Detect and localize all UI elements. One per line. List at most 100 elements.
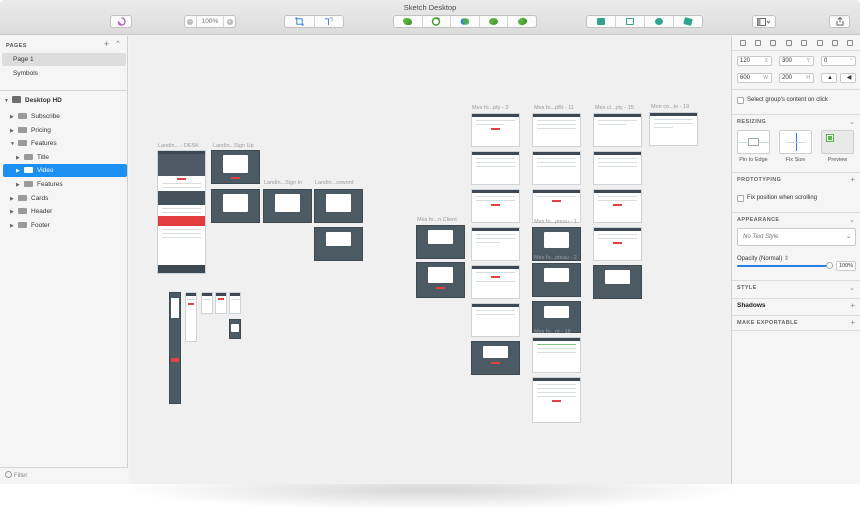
distribute-icon[interactable] [831, 40, 838, 46]
artboard-cl-15b[interactable] [593, 151, 642, 185]
opacity-label[interactable]: Opacity (Normal) ⇕ [737, 255, 789, 262]
artboard-mobile-5[interactable] [229, 292, 241, 314]
layer-video[interactable]: ▶ Video [3, 164, 127, 177]
artboard-empty-3[interactable] [471, 113, 520, 147]
opacity-slider[interactable] [737, 265, 830, 267]
artboard-compte-19[interactable] [649, 112, 698, 146]
artboard-sign-in[interactable] [263, 189, 312, 223]
artboard-label[interactable]: Landin...ssword [315, 180, 354, 186]
height-field[interactable]: 200 H [779, 73, 814, 83]
forward-button[interactable] [587, 16, 616, 27]
artboard-label[interactable]: Landin...Sign Up [213, 143, 254, 149]
zoom-out-button[interactable]: − [185, 16, 197, 27]
align-top-icon[interactable] [785, 40, 792, 46]
layer-title[interactable]: ▶ Title [16, 151, 49, 164]
artboard-pbt-11[interactable] [532, 113, 581, 147]
canvas[interactable]: Landin... - DESK Landin...Sign Up Landin… [129, 36, 730, 484]
mask-button[interactable] [645, 16, 674, 27]
artboard-pbt-11h[interactable] [532, 377, 581, 423]
artboard-label[interactable]: Landin...Sign In [264, 180, 302, 186]
distribute-vertical-icon[interactable] [847, 40, 854, 46]
artboard-client-2[interactable] [416, 262, 465, 298]
add-page-icon[interactable]: + [104, 39, 109, 49]
artboard-cl-15e[interactable] [593, 265, 642, 299]
pin-to-edge-control[interactable] [737, 130, 770, 154]
artboard-label[interactable]: Landin... - DESK [158, 143, 199, 149]
union-button[interactable] [394, 16, 423, 27]
artboard-label[interactable]: Mes fo...pteau - 1 [534, 219, 577, 225]
backward-button[interactable] [616, 16, 645, 27]
edit-button[interactable] [285, 16, 315, 27]
rotation-field[interactable]: 0 ° [821, 56, 856, 66]
artboard-mobile-4[interactable] [215, 292, 227, 314]
make-exportable-section[interactable]: MAKE EXPORTABLE + [732, 315, 860, 329]
layer-pricing[interactable]: ▶ Pricing [10, 124, 51, 137]
align-bottom-icon[interactable] [816, 40, 823, 46]
prototyping-section[interactable]: PROTOTYPING + [732, 172, 860, 186]
opacity-slider-thumb[interactable] [826, 262, 833, 269]
group-click-checkbox[interactable] [737, 97, 744, 104]
artboard-empty-3e[interactable] [471, 265, 520, 299]
artboard-landing-desktop[interactable] [157, 150, 206, 274]
artboard-client[interactable] [416, 225, 465, 259]
share-button[interactable] [829, 15, 850, 28]
artboard-mobile-long[interactable] [169, 292, 181, 404]
layer-features[interactable]: ▼ Features [10, 137, 57, 150]
artboard-label[interactable]: Mes cl...pty - 15 [595, 105, 634, 111]
page-item-page-1[interactable]: Page 1 [2, 53, 126, 66]
scale-button[interactable] [674, 16, 702, 27]
artboard-empty-3f[interactable] [471, 303, 520, 337]
intersect-button[interactable] [451, 16, 480, 27]
layer-header[interactable]: ▶ Header [10, 205, 52, 218]
zoom-level[interactable]: 100% [197, 16, 225, 27]
layer-footer[interactable]: ▶ Footer [10, 219, 50, 232]
artboard-mobile-2[interactable] [185, 292, 197, 342]
flatten-button[interactable] [508, 16, 536, 27]
artboard-empty-3c[interactable] [471, 189, 520, 223]
artboard-empty-3g[interactable] [471, 341, 520, 375]
artboard-pbt-11c[interactable] [532, 189, 581, 223]
fix-scroll-checkbox[interactable] [737, 195, 744, 202]
artboard-label[interactable]: Mes fo...n Client [417, 217, 457, 223]
collapse-pages-icon[interactable]: ⌃ [115, 40, 121, 48]
opacity-field[interactable]: 100% [836, 261, 856, 271]
artboard-password[interactable] [314, 189, 363, 223]
artboard-empty-3d[interactable] [471, 227, 520, 261]
filter-field[interactable]: Filter [0, 467, 128, 484]
rotate-button[interactable] [315, 16, 344, 27]
align-right-icon[interactable] [770, 40, 777, 46]
align-center-icon[interactable] [755, 40, 762, 46]
view-menu-button[interactable] [752, 15, 776, 28]
layer-cards[interactable]: ▶ Cards [10, 192, 48, 205]
zoom-in-button[interactable]: + [224, 16, 235, 27]
artboard-sign-up[interactable] [211, 150, 260, 184]
flip-vertical-button[interactable]: ◀ [840, 73, 856, 83]
artboard-label[interactable]: Mes fo...pty - 3 [472, 105, 508, 111]
artboard-cl-15c[interactable] [593, 189, 642, 223]
page-item-symbols[interactable]: Symbols [0, 67, 128, 80]
artboard-sign-up-2[interactable] [211, 189, 260, 223]
flip-horizontal-button[interactable]: ▲ [821, 73, 837, 83]
layer-features-sub[interactable]: ▶ Features [16, 178, 63, 191]
artboard-label[interactable]: Mes fo...pBt - 11 [534, 105, 574, 111]
align-middle-icon[interactable] [801, 40, 808, 46]
style-section[interactable]: STYLE ⌄ [732, 280, 860, 294]
x-field[interactable]: 120 X [737, 56, 772, 66]
artboard-pbt-11e[interactable] [532, 263, 581, 297]
appearance-section[interactable]: APPEARANCE ⌄ [732, 212, 860, 226]
preview-control[interactable] [821, 130, 854, 154]
layer-subscribe[interactable]: ▶ Subscribe [10, 110, 60, 123]
artboard-empty-3b[interactable] [471, 151, 520, 185]
artboard-label[interactable]: Mes fo...pteau - 2 [534, 255, 577, 261]
fix-size-control[interactable] [779, 130, 812, 154]
subtract-button[interactable] [423, 16, 452, 27]
layer-artboard-desktop-hd[interactable]: ▼ Desktop HD [4, 94, 62, 107]
create-symbol-button[interactable] [110, 15, 132, 28]
width-field[interactable]: 600 W [737, 73, 772, 83]
align-left-icon[interactable] [739, 40, 746, 46]
artboard-label[interactable]: Mon co...te - 19 [651, 104, 689, 110]
text-style-select[interactable]: No Text Style ⌄ [737, 228, 856, 246]
artboard-cl-15d[interactable] [593, 227, 642, 261]
artboard-mobile-6[interactable] [229, 319, 241, 339]
shadows-section[interactable]: Shadows + [732, 298, 860, 312]
